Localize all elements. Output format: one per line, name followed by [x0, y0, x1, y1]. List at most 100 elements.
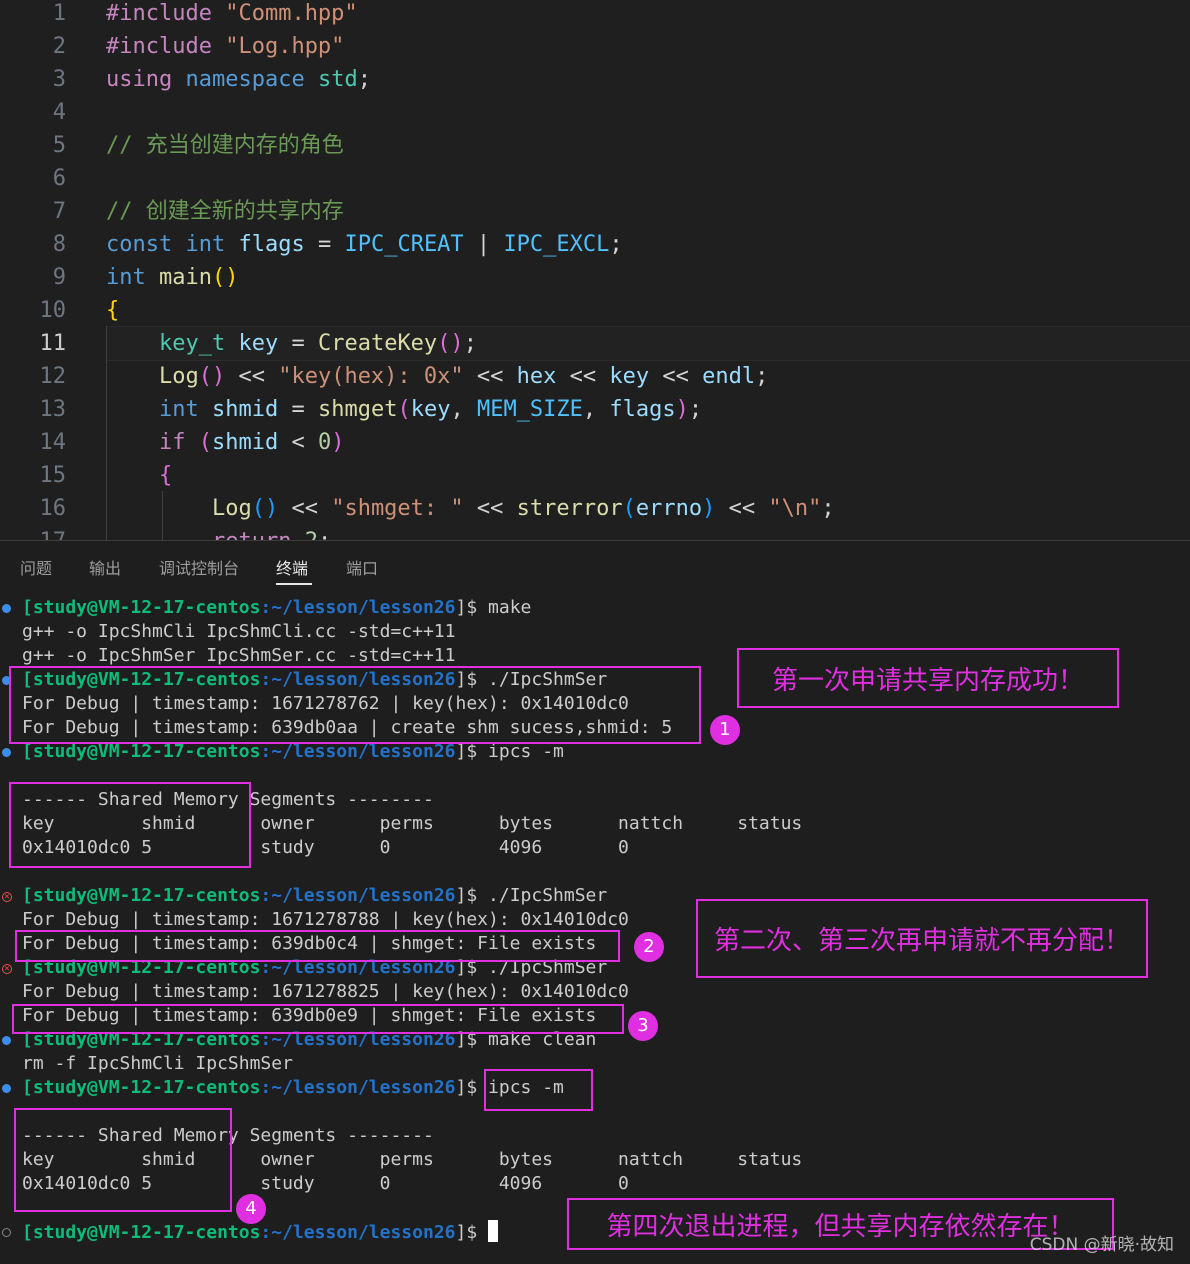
- line-number: 17: [0, 525, 67, 540]
- code-line[interactable]: 10 {: [0, 294, 1190, 327]
- code-text: {: [106, 294, 119, 327]
- code-line[interactable]: 11 key_t key = CreateKey();: [0, 327, 1190, 360]
- code-token: using: [106, 67, 173, 92]
- marker-1: 1: [710, 715, 740, 745]
- code-token: shmid: [211, 430, 279, 455]
- code-text: const int flags = IPC_CREAT | IPC_EXCL;: [106, 228, 623, 261]
- code-token: =: [278, 331, 318, 356]
- code-token: MEM_SIZE: [476, 397, 583, 422]
- code-line[interactable]: 6: [0, 162, 1190, 195]
- code-token: {: [106, 298, 120, 323]
- code-text: key_t key = CreateKey();: [106, 327, 477, 360]
- line-number: 4: [52, 100, 66, 125]
- highlight-box-shm-4: [14, 1108, 232, 1212]
- code-line[interactable]: 9 int main(): [0, 261, 1190, 294]
- code-line[interactable]: 15 {: [0, 459, 1190, 492]
- code-line[interactable]: 3 using namespace std;: [0, 63, 1190, 96]
- success-status-icon[interactable]: [2, 1084, 11, 1093]
- line-number: 5: [52, 133, 66, 158]
- code-token: strerror: [516, 496, 623, 521]
- code-token: flags: [238, 232, 305, 257]
- line-number: 8: [52, 232, 66, 257]
- code-token: #include: [106, 34, 212, 59]
- terminal-cursor[interactable]: [488, 1220, 499, 1242]
- error-status-icon[interactable]: ×: [2, 964, 12, 974]
- code-text: Log() << "key(hex): 0x" << hex << key <<…: [106, 360, 768, 393]
- code-text: using namespace std;: [106, 63, 371, 96]
- line-number: 13: [39, 397, 67, 422]
- highlight-box-2: [15, 930, 620, 962]
- terminal-command: make: [488, 597, 532, 618]
- code-line[interactable]: 14 if (shmid < 0): [0, 426, 1190, 459]
- prompt-end: ]$: [455, 597, 489, 618]
- success-status-icon[interactable]: [2, 604, 11, 613]
- tab-1[interactable]: 输出: [89, 555, 121, 579]
- code-token: IPC_CREAT: [344, 232, 464, 257]
- success-status-icon[interactable]: [2, 1036, 11, 1045]
- code-line[interactable]: 17 return 2;: [0, 525, 1190, 540]
- code-token: ;: [463, 331, 477, 356]
- idle-status-icon[interactable]: [2, 1228, 11, 1237]
- code-line[interactable]: 13 int shmid = shmget(key, MEM_SIZE, fla…: [0, 393, 1190, 426]
- code-token: ;: [821, 496, 835, 521]
- code-token: <<: [556, 364, 610, 389]
- code-token: // 充当创建内存的角色: [106, 133, 344, 158]
- code-token: (: [622, 496, 636, 521]
- code-token: shmid: [211, 397, 279, 422]
- prompt-path: :~/lesson/lesson26: [260, 1077, 456, 1098]
- code-token: key: [410, 397, 451, 422]
- code-token: ): [675, 397, 689, 422]
- code-token: #include: [106, 1, 212, 26]
- highlight-box-3: [12, 1004, 624, 1034]
- terminal-command: ./IpcShmSer: [488, 885, 608, 906]
- code-token: CreateKey: [317, 331, 438, 356]
- code-line[interactable]: 1 #include "Comm.hpp": [0, 0, 1190, 30]
- code-token: ,: [582, 397, 610, 422]
- code-token: <<: [463, 364, 517, 389]
- tab-4[interactable]: 端口: [346, 555, 378, 579]
- error-status-icon[interactable]: ×: [2, 892, 12, 902]
- code-text: // 充当创建内存的角色: [106, 129, 344, 162]
- code-token: if: [158, 430, 186, 455]
- code-line[interactable]: 4: [0, 96, 1190, 129]
- code-line[interactable]: 12 Log() << "key(hex): 0x" << hex << key…: [0, 360, 1190, 393]
- highlight-box-shm-1: [9, 782, 251, 868]
- code-token: Log: [158, 364, 199, 389]
- code-token: =: [304, 232, 345, 257]
- code-line[interactable]: 5 // 充当创建内存的角色: [0, 129, 1190, 162]
- tab-0[interactable]: 问题: [20, 555, 52, 579]
- success-status-icon[interactable]: [2, 748, 11, 757]
- terminal-prompt-line: [study@VM-12-17-centos:~/lesson/lesson26…: [22, 884, 607, 908]
- code-text: int shmid = shmget(key, MEM_SIZE, flags)…: [106, 393, 702, 426]
- code-text: if (shmid < 0): [106, 426, 344, 459]
- code-token: hex: [516, 364, 557, 389]
- code-token: // 创建全新的共享内存: [106, 199, 344, 224]
- line-number: 1: [52, 1, 66, 26]
- code-token: int: [106, 265, 146, 290]
- code-token: ;: [609, 232, 623, 257]
- terminal-command: ipcs -m: [488, 741, 564, 762]
- code-token: 0: [317, 430, 332, 455]
- code-token: "Comm.hpp": [225, 1, 358, 26]
- prompt-end: ]$: [455, 741, 489, 762]
- line-number: 14: [39, 430, 67, 455]
- marker-4: 4: [236, 1194, 266, 1224]
- code-line[interactable]: 16 Log() << "shmget: " << strerror(errno…: [0, 492, 1190, 525]
- code-line[interactable]: 7 // 创建全新的共享内存: [0, 195, 1190, 228]
- terminal-output-line: rm -f IpcShmCli IpcShmSer: [22, 1053, 293, 1074]
- code-editor[interactable]: 1 #include "Comm.hpp" 2 #include "Log.hpp" 3…: [0, 0, 1190, 540]
- code-token: 2: [305, 529, 318, 540]
- line-number: 7: [52, 199, 66, 224]
- code-line[interactable]: 8 const int flags = IPC_CREAT | IPC_EXCL;: [0, 228, 1190, 261]
- tab-2[interactable]: 调试控制台: [159, 555, 239, 579]
- terminal-prompt-line: [study@VM-12-17-centos:~/lesson/lesson26…: [22, 1220, 499, 1245]
- code-line[interactable]: 2 #include "Log.hpp": [0, 30, 1190, 63]
- tab-3[interactable]: 终端: [276, 555, 308, 579]
- code-token: ;: [318, 529, 331, 540]
- code-token: (): [251, 496, 279, 521]
